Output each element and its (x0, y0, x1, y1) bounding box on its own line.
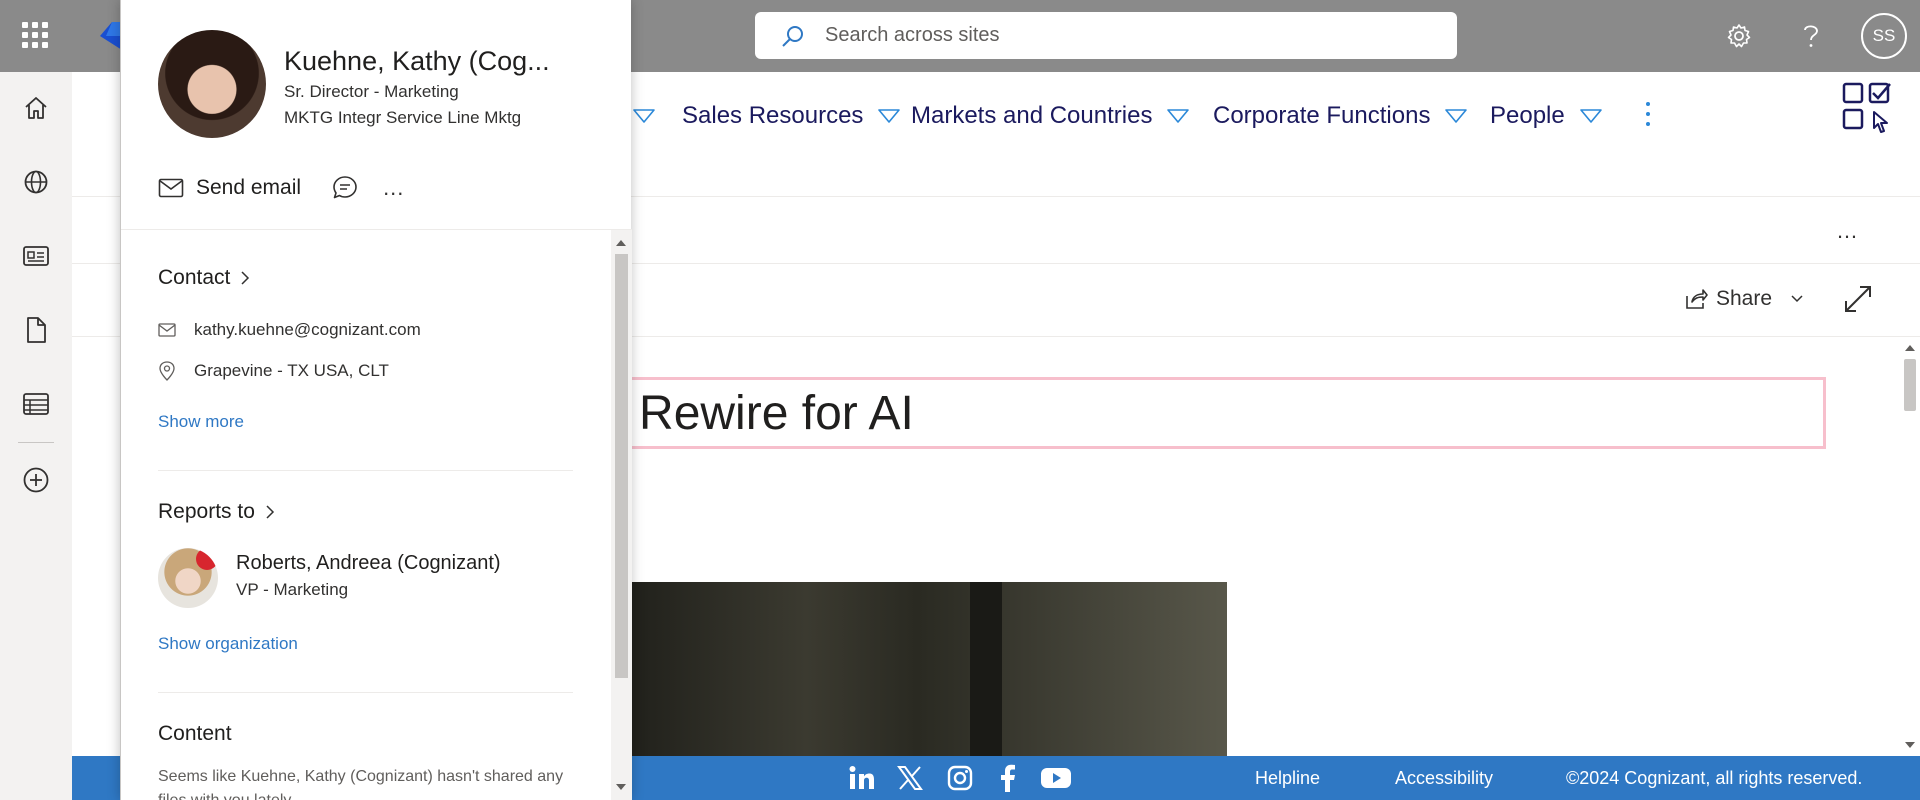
reports-to-heading-label: Reports to (158, 500, 255, 523)
app-bar-divider (18, 442, 54, 443)
nav-sales-resources[interactable]: Sales Resources (682, 92, 901, 140)
helpline-link[interactable]: Helpline (1255, 768, 1320, 789)
search-input[interactable] (825, 24, 1385, 47)
accessibility-link[interactable]: Accessibility (1395, 768, 1493, 789)
nav-label: Markets and Countries (911, 102, 1153, 129)
contact-heading[interactable]: Contact (158, 266, 250, 290)
nav-label: People (1490, 102, 1565, 129)
news-icon[interactable] (18, 238, 54, 274)
cognizant-logo-icon (100, 22, 122, 50)
x-icon[interactable] (894, 764, 926, 792)
contact-heading-label: Contact (158, 266, 231, 289)
expand-icon[interactable] (1840, 281, 1876, 317)
nav-label: Corporate Functions (1213, 102, 1431, 129)
left-app-bar (0, 72, 72, 800)
section-divider (158, 470, 573, 471)
mail-icon (158, 323, 176, 337)
chevron-down-icon (1445, 109, 1468, 123)
app-launcher-waffle-icon[interactable] (22, 22, 48, 48)
mail-icon (158, 178, 184, 198)
facebook-icon[interactable] (992, 764, 1024, 792)
more-options-icon[interactable]: … (1836, 218, 1860, 244)
gear-icon[interactable] (1721, 18, 1757, 54)
content-heading-label: Content (158, 722, 232, 745)
section-divider (158, 692, 573, 693)
globe-icon[interactable] (18, 164, 54, 200)
youtube-icon[interactable] (1040, 764, 1072, 792)
reports-to-heading[interactable]: Reports to (158, 500, 275, 524)
profile-name: Kuehne, Kathy (Cog... (284, 46, 550, 76)
share-button[interactable]: Share (1684, 281, 1812, 317)
chevron-right-icon (241, 271, 250, 285)
contact-email: kathy.kuehne@cognizant.com (194, 320, 421, 339)
home-icon[interactable] (18, 90, 54, 126)
chevron-down-icon (1579, 109, 1602, 123)
nav-markets-and-countries[interactable]: Markets and Countries (911, 92, 1190, 140)
profile-details: Contact kathy.kuehne@cognizant.com Grape… (121, 230, 611, 800)
more-actions-icon[interactable]: ... (383, 175, 404, 201)
instagram-icon[interactable] (944, 764, 976, 792)
show-organization-link[interactable]: Show organization (158, 634, 298, 654)
document-icon[interactable] (18, 312, 54, 348)
profile-actions: Send email ... (158, 170, 404, 206)
add-circle-icon[interactable] (18, 462, 54, 498)
user-avatar[interactable]: SS (1861, 13, 1907, 59)
chevron-right-icon (266, 505, 274, 519)
chevron-down-icon (1791, 295, 1803, 303)
share-label: Share (1716, 287, 1773, 310)
manager-name[interactable]: Roberts, Andreea (Cognizant) (236, 552, 501, 575)
share-icon (1686, 289, 1708, 309)
contact-email-row[interactable]: kathy.kuehne@cognizant.com (158, 320, 421, 340)
chevron-down-icon (878, 109, 901, 123)
card-scrollbar[interactable] (611, 230, 632, 800)
chevron-down-icon[interactable] (632, 108, 656, 124)
search-icon (782, 25, 803, 47)
copyright-text: ©2024 Cognizant, all rights reserved. (1566, 768, 1863, 788)
list-icon[interactable] (18, 386, 54, 422)
search-box[interactable] (755, 12, 1457, 59)
nav-more-icon[interactable] (1638, 94, 1658, 134)
manager-title: VP - Marketing (236, 580, 349, 599)
content-heading: Content (158, 722, 232, 746)
tasks-launcher-icon[interactable] (1840, 80, 1896, 136)
profile-job-title: Sr. Director - Marketing (284, 82, 459, 101)
linkedin-icon[interactable] (846, 764, 878, 792)
content-empty-message: Seems like Kuehne, Kathy (Cognizant) has… (158, 768, 564, 800)
profile-department: MKTG Integr Service Line Mktg (284, 108, 522, 127)
send-email-button[interactable]: Send email (158, 176, 301, 200)
nav-label: Sales Resources (682, 102, 864, 129)
manager-avatar[interactable] (158, 548, 218, 608)
show-more-link[interactable]: Show more (158, 412, 244, 432)
profile-photo (158, 30, 266, 138)
question-icon[interactable] (1793, 18, 1829, 54)
chat-icon[interactable] (331, 174, 359, 202)
contact-location-row: Grapevine - TX USA, CLT (158, 361, 389, 381)
nav-people[interactable]: People (1490, 92, 1603, 140)
nav-corporate-functions[interactable]: Corporate Functions (1213, 92, 1468, 140)
location-pin-icon (159, 361, 175, 381)
contact-location: Grapevine - TX USA, CLT (194, 361, 389, 380)
profile-card: Kuehne, Kathy (Cog... Sr. Director - Mar… (120, 0, 632, 800)
page-title: n Rewire for AI (599, 387, 914, 440)
chevron-down-icon (1167, 109, 1190, 123)
page-scrollbar[interactable] (1900, 337, 1920, 756)
send-email-label: Send email (196, 176, 302, 199)
